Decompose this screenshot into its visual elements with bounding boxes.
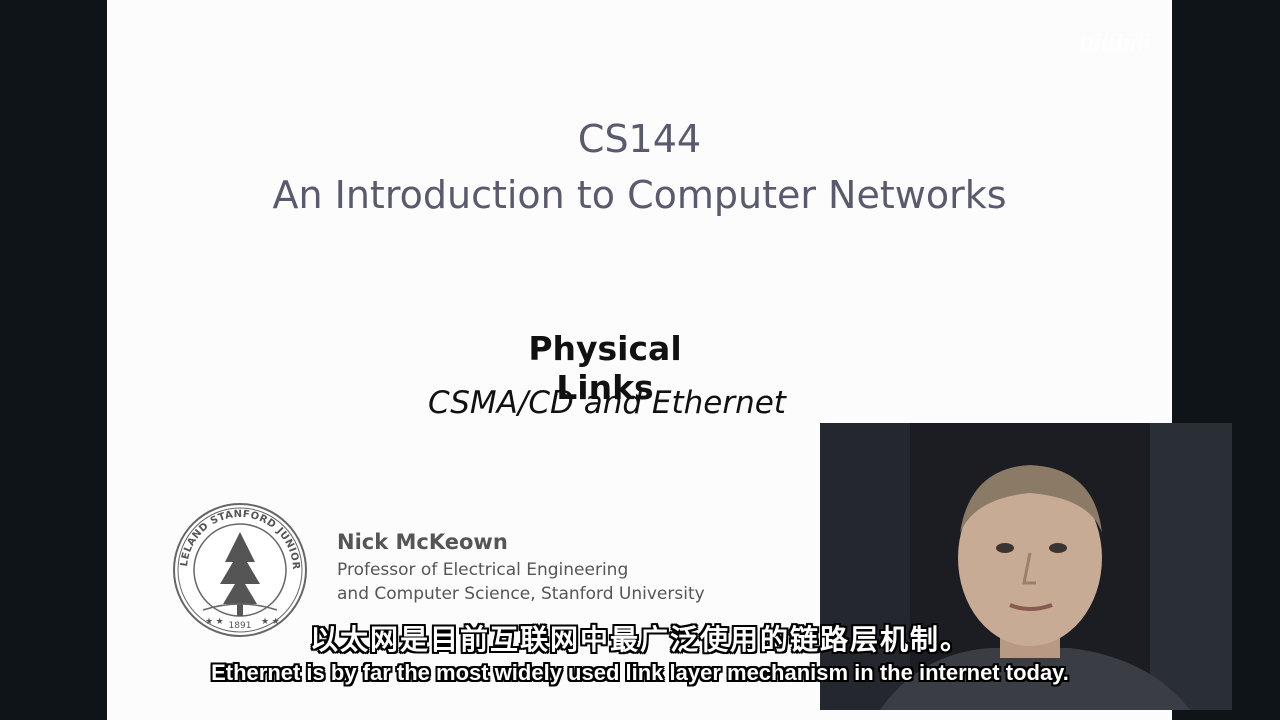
- presenter-info: Nick McKeown Professor of Electrical Eng…: [337, 530, 705, 604]
- bilibili-watermark: bilibili: [1080, 30, 1152, 55]
- course-title: An Introduction to Computer Networks: [272, 173, 1007, 217]
- subtitle-english: Ethernet is by far the most widely used …: [211, 660, 1069, 685]
- course-code: CS144: [577, 117, 702, 161]
- presenter-role-line2: and Computer Science, Stanford Universit…: [337, 584, 705, 604]
- topic-subtitle: CSMA/CD and Ethernet: [428, 385, 786, 421]
- subtitle-chinese: 以太网是目前互联网中最广泛使用的链路层机制。: [309, 624, 970, 655]
- presenter-name: Nick McKeown: [337, 530, 508, 554]
- presenter-role-line1: Professor of Electrical Engineering: [337, 560, 629, 580]
- left-letterbox: [0, 0, 107, 720]
